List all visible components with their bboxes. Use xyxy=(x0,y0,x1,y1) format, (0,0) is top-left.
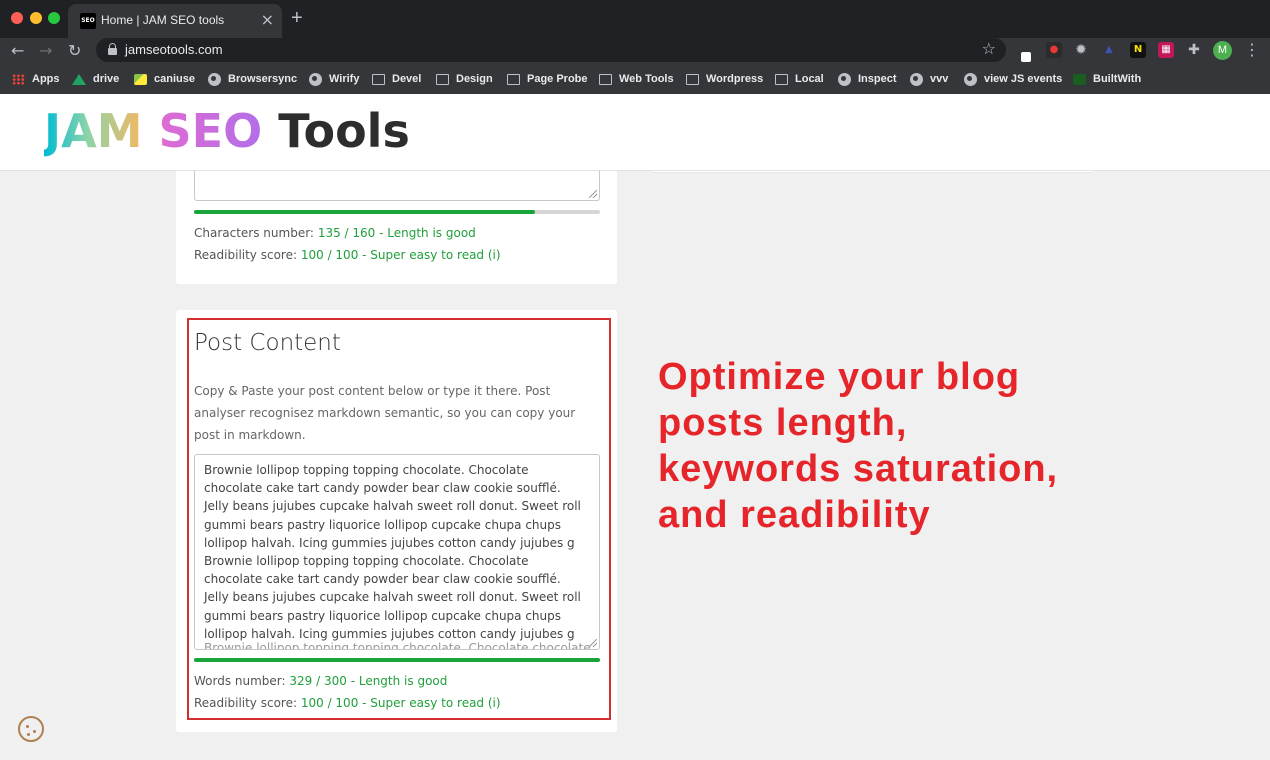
close-window-button[interactable] xyxy=(11,12,23,24)
logo-seo: SEO xyxy=(158,104,263,158)
characters-stat: Characters number: 135 / 160 - Length is… xyxy=(194,226,476,240)
bookmark-builtwith[interactable]: BuiltWith xyxy=(1073,71,1141,87)
folder-icon xyxy=(686,73,699,85)
bookmark-label: view JS events xyxy=(984,73,1063,85)
highlight-box xyxy=(187,318,611,720)
browser-tab-bar: SEO Home | JAM SEO tools × + xyxy=(0,0,1270,38)
site-favicon-icon: SEO xyxy=(80,13,96,29)
bookmark-label: caniuse xyxy=(154,73,195,85)
characters-label: Characters number: xyxy=(194,226,314,240)
address-bar[interactable]: jamseotools.com ☆ xyxy=(96,38,1006,62)
minimize-window-button[interactable] xyxy=(30,12,42,24)
bookmark-label: Inspect xyxy=(858,73,897,85)
bookmark-local[interactable]: Local xyxy=(775,71,824,87)
bookmark-apps[interactable]: Apps xyxy=(12,71,60,87)
bookmark-label: Web Tools xyxy=(619,73,674,85)
post-content-card: Post Content Copy & Paste your post cont… xyxy=(176,310,617,732)
bookmark-vvv[interactable]: vvv xyxy=(910,71,948,87)
folder-icon xyxy=(507,73,520,85)
settings-gear-icon[interactable]: ✹ xyxy=(1073,42,1089,58)
bookmark-label: Wirify xyxy=(329,73,360,85)
browser-toolbar: ← → ↻ jamseotools.com ☆ ● ✹ ▲ N ▦ ✚ M ⋮ xyxy=(0,38,1270,64)
bookmark-label: drive xyxy=(93,73,120,85)
characters-progress-bar xyxy=(194,210,600,214)
triangle-extension-icon[interactable]: ▲ xyxy=(1101,42,1117,58)
forward-arrow-icon[interactable]: → xyxy=(39,41,52,61)
n-extension-icon[interactable]: N xyxy=(1130,42,1146,58)
characters-value: 135 / 160 - Length is good xyxy=(317,226,476,240)
bookmark-inspect[interactable]: Inspect xyxy=(838,71,897,87)
globe-icon xyxy=(208,72,221,86)
profile-avatar[interactable]: M xyxy=(1213,41,1232,60)
url-text: jamseotools.com xyxy=(125,42,223,57)
menu-kebab-icon[interactable]: ⋮ xyxy=(1244,40,1260,60)
builtwith-icon xyxy=(1073,73,1086,85)
apps-grid-icon xyxy=(12,73,25,85)
drive-icon xyxy=(72,73,86,85)
pen-extension-icon[interactable] xyxy=(1021,52,1031,62)
pin-extension-icon[interactable]: ● xyxy=(1046,42,1062,58)
reload-icon[interactable]: ↻ xyxy=(68,41,81,61)
folder-icon xyxy=(775,73,788,85)
bookmark-label: Design xyxy=(456,73,493,85)
back-arrow-icon[interactable]: ← xyxy=(11,41,24,61)
resize-grip-icon[interactable] xyxy=(589,190,597,198)
extensions-puzzle-icon[interactable]: ✚ xyxy=(1186,42,1202,58)
readability-value[interactable]: 100 / 100 - Super easy to read (i) xyxy=(301,248,501,262)
bookmark-label: BuiltWith xyxy=(1093,73,1142,85)
folder-icon xyxy=(372,73,385,85)
cookie-settings-icon[interactable] xyxy=(18,716,44,742)
site-logo[interactable]: JAM SEO Tools xyxy=(44,104,410,158)
readability-label: Readibility score: xyxy=(194,248,298,262)
characters-progress-fill xyxy=(194,210,536,214)
promo-callout: Optimize your blog posts length, keyword… xyxy=(658,356,1059,536)
bookmark-browsersync[interactable]: Browsersync xyxy=(208,71,297,87)
browser-tab[interactable]: SEO Home | JAM SEO tools × xyxy=(68,4,282,38)
bookmark-label: Local xyxy=(795,73,824,85)
close-tab-icon[interactable]: × xyxy=(261,11,274,29)
folder-icon xyxy=(436,73,449,85)
bookmark-star-icon[interactable]: ☆ xyxy=(982,39,996,58)
globe-icon xyxy=(910,72,923,86)
bookmark-label: Apps xyxy=(32,73,60,85)
bookmarks-bar: Apps drive caniuse Browsersync Wirify De… xyxy=(0,64,1270,94)
globe-icon xyxy=(838,72,851,86)
bookmark-wordpress[interactable]: Wordpress xyxy=(686,71,763,87)
folder-icon xyxy=(599,73,612,85)
site-header: JAM SEO Tools xyxy=(0,94,1270,171)
tab-title: Home | JAM SEO tools xyxy=(101,13,225,27)
grid-extension-icon[interactable]: ▦ xyxy=(1158,42,1174,58)
image-icon xyxy=(134,73,147,85)
logo-tools: Tools xyxy=(278,104,410,158)
bookmark-web-tools[interactable]: Web Tools xyxy=(599,71,674,87)
bookmark-design[interactable]: Design xyxy=(436,71,493,87)
bookmark-label: vvv xyxy=(930,73,949,85)
readability-stat: Readibility score: 100 / 100 - Super eas… xyxy=(194,248,501,262)
bookmark-drive[interactable]: drive xyxy=(72,71,119,87)
bookmark-wirify[interactable]: Wirify xyxy=(309,71,359,87)
bookmark-page-probe[interactable]: Page Probe xyxy=(507,71,588,87)
bookmark-devel[interactable]: Devel xyxy=(372,71,421,87)
bookmark-caniuse[interactable]: caniuse xyxy=(134,71,195,87)
bookmark-label: Devel xyxy=(392,73,422,85)
maximize-window-button[interactable] xyxy=(48,12,60,24)
new-tab-icon[interactable]: + xyxy=(291,8,303,28)
bookmark-label: Page Probe xyxy=(527,73,588,85)
logo-jam: JAM xyxy=(44,104,143,158)
lock-icon xyxy=(108,43,117,55)
globe-icon xyxy=(964,72,977,86)
bookmark-view-js-events[interactable]: view JS events xyxy=(964,71,1062,87)
globe-icon xyxy=(309,72,322,86)
bookmark-label: Browsersync xyxy=(228,73,298,85)
bookmark-label: Wordpress xyxy=(706,73,764,85)
